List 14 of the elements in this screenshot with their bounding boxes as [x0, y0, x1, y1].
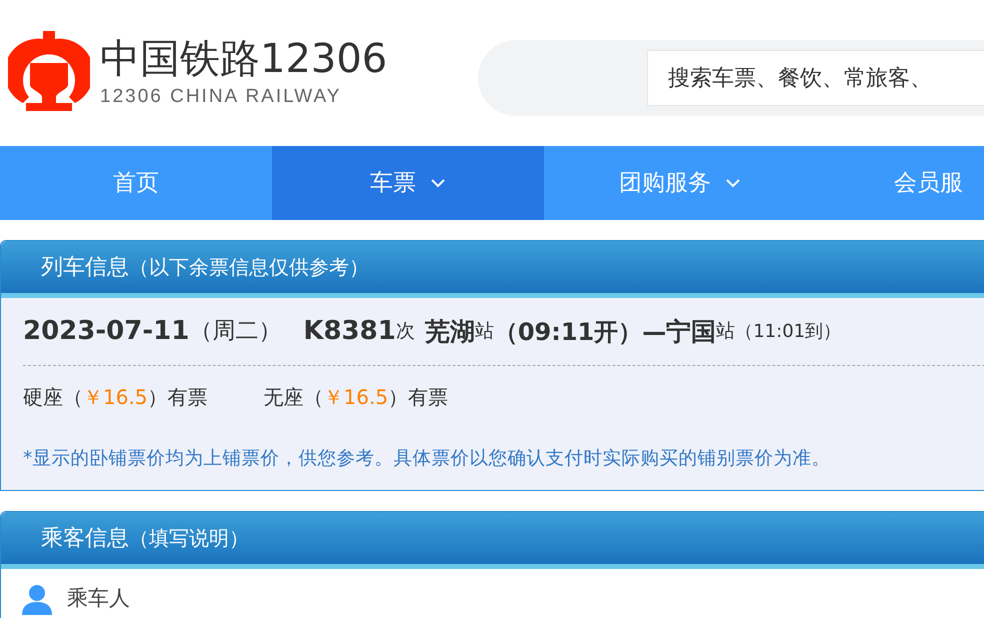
nav-tab[interactable]: 车票 [272, 146, 544, 220]
panel-title: 列车信息 [41, 254, 129, 282]
seat-price: 无座（￥16.5）有票 [264, 384, 448, 411]
person-icon [21, 583, 53, 615]
search-field[interactable]: 搜索车票、餐饮、常旅客、 [647, 50, 984, 106]
logo-subtitle: 12306 CHINA RAILWAY [100, 84, 342, 109]
panel-title-note[interactable]: （填写说明） [129, 523, 249, 553]
train-info-line: 2023-07-11（周二） K8381次 芜湖站（09:11开）—宁国站（11:01到） [23, 298, 984, 366]
panel-title: 乘客信息 [41, 524, 129, 552]
panel-title-note[interactable]: （以下余票信息仅供参考） [129, 252, 369, 282]
price-notice: *显示的卧铺票价均为上铺票价，供您参考。具体票价以您确认支付时实际购买的铺别票价为准。 [23, 447, 830, 472]
logo-title: 中国铁路12306 [100, 34, 388, 83]
seat-price: 硬座（￥16.5）有票 [23, 384, 208, 411]
passenger-label: 乘车人 [67, 585, 130, 612]
